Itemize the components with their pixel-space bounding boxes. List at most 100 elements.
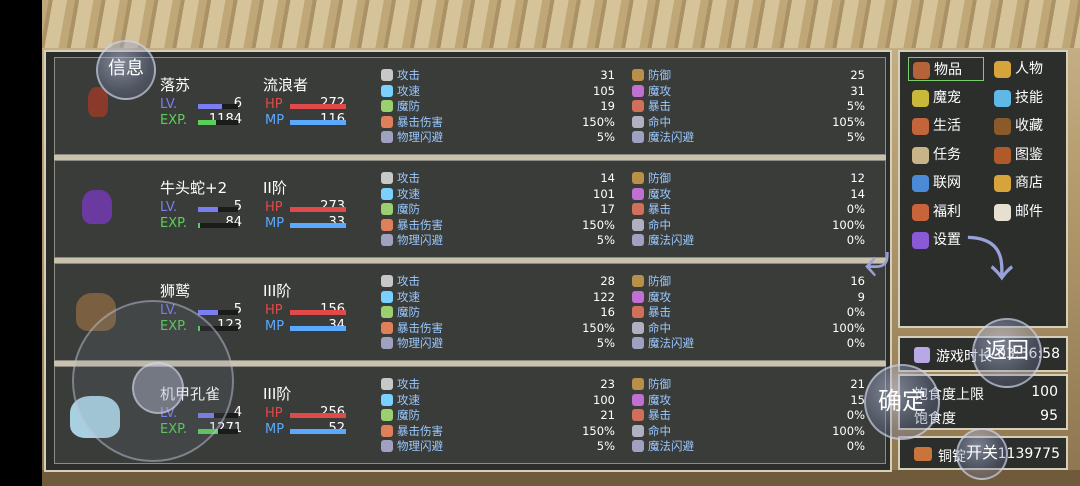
hp-bar-fill: [290, 413, 346, 418]
attribute-label: 魔攻: [648, 83, 671, 98]
level-label: LV.: [160, 97, 178, 112]
attribute-value: 122: [593, 289, 615, 304]
menu-item-chest[interactable]: 生活: [908, 114, 984, 138]
attribute-icon: [381, 378, 393, 390]
attribute-value: 16: [600, 305, 615, 319]
attribute-icon: [381, 187, 393, 200]
level-bar: [198, 207, 238, 212]
attribute-label: 命中: [648, 114, 671, 129]
exp-bar: [198, 120, 238, 125]
hp-bar: [290, 104, 346, 109]
exp-label: EXP.: [160, 216, 188, 231]
mp-bar: [290, 223, 346, 228]
mp-bar-fill: [290, 120, 346, 125]
menu-item-album[interactable]: 图鉴: [990, 142, 1066, 167]
attribute-icon: [632, 378, 644, 390]
attribute-value: 25: [850, 68, 865, 82]
attribute-icon: [381, 69, 393, 81]
menu-item-label: 福利: [933, 203, 961, 220]
joystick-knob[interactable]: [132, 362, 184, 414]
level-bar-fill: [198, 310, 218, 315]
attribute-value: 5%: [846, 130, 865, 144]
attribute-icon: [632, 440, 644, 452]
menu-item-label: 物品: [934, 62, 962, 78]
level-bar-fill: [198, 104, 222, 109]
menu-item-skill[interactable]: 技能: [990, 85, 1066, 110]
level-bar: [198, 104, 238, 109]
attribute-icon: [381, 131, 393, 143]
party-member-row[interactable]: [54, 160, 886, 258]
menu-item-monitor[interactable]: 联网: [908, 171, 984, 195]
attribute-value: 28: [600, 274, 615, 288]
attribute-icon: [632, 393, 644, 406]
mp-bar-fill: [290, 429, 346, 434]
level-label: LV.: [160, 200, 178, 215]
attribute-icon: [381, 234, 393, 246]
attribute-icon: [632, 100, 644, 112]
chest-icon: [912, 118, 929, 135]
attribute-icon: [381, 115, 393, 128]
menu-item-book[interactable]: 收藏: [990, 114, 1066, 138]
hp-bar-fill: [290, 310, 346, 315]
mp-label: MP: [265, 216, 285, 231]
attribute-icon: [632, 290, 644, 303]
member-name: 牛头蛇+2: [160, 179, 228, 197]
attribute-label: 攻击: [397, 171, 420, 185]
attribute-value: 31: [600, 68, 615, 82]
mp-label: MP: [265, 422, 285, 437]
info-button[interactable]: 信息: [96, 40, 156, 100]
attribute-label: 物理闪避: [397, 233, 443, 247]
menu-item-label: 图鉴: [1015, 146, 1043, 163]
monitor-icon: [912, 175, 929, 192]
gear-icon: [912, 232, 929, 249]
attribute-label: 命中: [648, 423, 671, 438]
hp-label: HP: [265, 200, 283, 215]
menu-item-mail[interactable]: 邮件: [990, 199, 1066, 224]
mp-label: MP: [265, 113, 285, 128]
attribute-label: 魔法闪避: [648, 233, 694, 247]
attribute-icon: [632, 84, 644, 97]
attribute-icon: [632, 172, 644, 184]
attribute-icon: [381, 440, 393, 452]
menu-item-label: 收藏: [1015, 118, 1043, 134]
attribute-icon: [632, 234, 644, 246]
mp-bar-fill: [290, 223, 346, 228]
menu-item-shop[interactable]: 商店: [990, 171, 1066, 195]
attribute-icon: [632, 187, 644, 200]
attribute-label: 命中: [648, 320, 671, 335]
attribute-label: 攻速: [397, 186, 420, 201]
bag-icon: [913, 62, 930, 79]
attribute-label: 魔攻: [648, 392, 671, 407]
menu-item-scroll[interactable]: 任务: [908, 142, 984, 167]
prev-page-arrow-icon[interactable]: ⤶: [864, 236, 891, 284]
attribute-label: 魔攻: [648, 289, 671, 304]
attribute-icon: [381, 306, 393, 318]
toggle-button[interactable]: 开关: [956, 428, 1008, 480]
attribute-value: 15: [850, 392, 865, 407]
attribute-label: 攻击: [397, 377, 420, 391]
menu-item-gift[interactable]: 福利: [908, 199, 984, 224]
back-button[interactable]: 返回: [972, 318, 1042, 388]
attribute-value: 100%: [832, 320, 865, 335]
confirm-button[interactable]: 确定: [864, 364, 940, 440]
menu-item-helmet[interactable]: 人物: [990, 57, 1066, 81]
attribute-value: 21: [600, 408, 615, 422]
attribute-value: 14: [600, 171, 615, 185]
attribute-label: 魔法闪避: [648, 130, 694, 144]
attribute-value: 17: [600, 202, 615, 216]
menu-item-egg[interactable]: 魔宠: [908, 85, 984, 110]
next-page-arrow-icon[interactable]: ⤵: [966, 236, 1014, 284]
attribute-icon: [632, 131, 644, 143]
attribute-value: 31: [850, 83, 865, 98]
attribute-label: 防御: [648, 274, 671, 288]
member-rank: III阶: [263, 282, 292, 300]
attribute-value: 105%: [832, 114, 865, 129]
skill-icon: [994, 89, 1011, 107]
level-bar: [198, 310, 238, 315]
party-member-row[interactable]: [54, 57, 886, 155]
menu-item-bag[interactable]: 物品: [908, 57, 984, 81]
attribute-label: 魔防: [397, 99, 420, 113]
member-rank: II阶: [263, 179, 287, 197]
attribute-value: 12: [850, 171, 865, 185]
member-name: 狮鹫: [160, 282, 191, 300]
